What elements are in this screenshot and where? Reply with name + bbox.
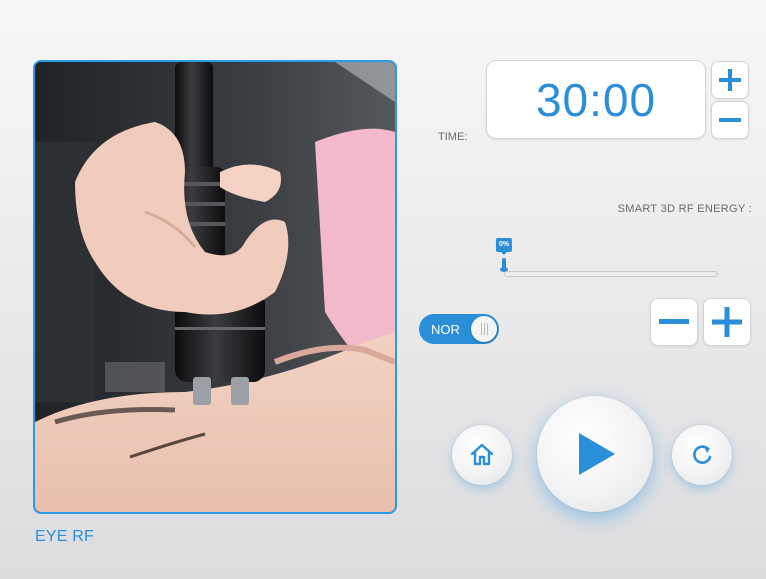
time-label: TIME:	[438, 131, 468, 143]
home-button[interactable]	[452, 425, 512, 485]
time-display: 30:00	[486, 60, 706, 139]
energy-value-badge: 0%	[495, 238, 513, 255]
mode-toggle[interactable]: NOR	[419, 314, 499, 344]
plus-icon	[719, 69, 741, 91]
minus-icon	[659, 319, 689, 324]
refresh-icon	[693, 445, 712, 464]
treatment-illustration	[35, 62, 395, 512]
minus-icon	[719, 118, 741, 122]
plus-icon	[712, 307, 742, 337]
reset-button[interactable]	[672, 425, 732, 485]
energy-decrease-button[interactable]	[650, 298, 698, 346]
treatment-mode-title: EYE RF	[35, 528, 94, 545]
energy-increase-button[interactable]	[703, 298, 751, 346]
energy-slider-track[interactable]	[504, 271, 718, 277]
toggle-knob	[471, 316, 497, 342]
energy-slider-thumb[interactable]	[500, 258, 508, 272]
time-decrease-button[interactable]	[711, 101, 749, 139]
treatment-photo	[33, 60, 397, 514]
start-button[interactable]	[537, 396, 653, 512]
energy-label: SMART 3D RF ENERGY :	[617, 203, 752, 215]
play-icon	[579, 433, 615, 475]
time-increase-button[interactable]	[711, 61, 749, 99]
home-icon	[470, 443, 494, 466]
mode-toggle-label: NOR	[431, 322, 460, 337]
